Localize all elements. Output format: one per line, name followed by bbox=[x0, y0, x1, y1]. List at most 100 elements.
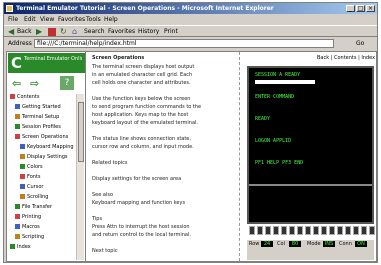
function-key[interactable] bbox=[369, 226, 375, 235]
history-button[interactable]: History bbox=[138, 28, 159, 35]
maximize-icon[interactable]: □ bbox=[356, 5, 365, 12]
menu-tools[interactable]: Tools bbox=[86, 16, 101, 23]
topic-text-line: See also bbox=[92, 192, 114, 198]
menu-edit[interactable]: Edit bbox=[24, 16, 36, 23]
forward-icon[interactable]: ▶ bbox=[36, 28, 44, 36]
topic-text-line: cell holds one character and attributes. bbox=[92, 80, 191, 86]
topic-text-pane: Screen Operations The terminal screen dis… bbox=[88, 52, 238, 261]
tree-item-label: Getting Started bbox=[22, 104, 61, 110]
function-key[interactable] bbox=[345, 226, 351, 235]
print-button[interactable]: Print bbox=[164, 28, 178, 35]
title-bar[interactable]: Terminal Emulator Tutorial - Screen Oper… bbox=[4, 3, 377, 14]
nav-help-icon[interactable]: ? bbox=[60, 76, 74, 90]
function-key[interactable] bbox=[321, 226, 327, 235]
back-button[interactable]: Back bbox=[17, 28, 32, 35]
stop-icon[interactable] bbox=[48, 28, 56, 36]
book-icon bbox=[15, 104, 20, 109]
function-key[interactable] bbox=[273, 226, 279, 235]
function-key[interactable] bbox=[265, 226, 271, 235]
topic-text-line: Tips bbox=[92, 216, 103, 222]
page-content: C Terminal Emulator Online Help ⇦ ⇨ ? Co… bbox=[6, 51, 377, 262]
topic-heading: Screen Operations bbox=[92, 55, 145, 61]
tree-item-label: Cursor bbox=[27, 184, 44, 190]
topic-text-line: The status line shows connection state, bbox=[92, 136, 191, 142]
book-icon bbox=[15, 204, 20, 209]
tree-item[interactable]: Keyboard Mapping bbox=[20, 144, 74, 151]
contents-tree: Contents Getting Started Terminal Setup Ses… bbox=[8, 94, 75, 260]
tree-item-label: Printing bbox=[22, 214, 42, 220]
menu-view[interactable]: View bbox=[40, 16, 54, 23]
conn-label: Conn bbox=[339, 241, 352, 247]
screen-line: SESSION A READY bbox=[255, 72, 301, 78]
terminal-screen: SESSION A READY ENTER COMMAND READY LOGO… bbox=[247, 66, 374, 224]
nav-back-icon[interactable]: ⇦ bbox=[12, 77, 21, 90]
menu-file[interactable]: File bbox=[8, 16, 18, 23]
tree-item-label: Session Profiles bbox=[22, 124, 61, 130]
book-icon bbox=[15, 224, 20, 229]
tree-item[interactable]: Contents bbox=[10, 94, 40, 101]
tree-item-label: Index bbox=[17, 244, 31, 250]
menu-favorites[interactable]: Favorites bbox=[58, 16, 85, 23]
function-key[interactable] bbox=[257, 226, 263, 235]
favorites-button[interactable]: Favorites bbox=[108, 28, 135, 35]
tree-item[interactable]: Colors bbox=[20, 164, 43, 171]
tree-item-label: Terminal Setup bbox=[22, 114, 60, 120]
function-key[interactable] bbox=[281, 226, 287, 235]
browser-window: Terminal Emulator Tutorial - Screen Oper… bbox=[3, 2, 378, 263]
tree-scroll-thumb[interactable] bbox=[78, 102, 84, 162]
search-button[interactable]: Search bbox=[84, 28, 105, 35]
tree-item-label: Display Settings bbox=[27, 154, 68, 160]
screen-line: LOGON APPLID bbox=[255, 138, 292, 144]
topic-text-line: Next topic bbox=[92, 248, 118, 254]
app-icon bbox=[6, 5, 13, 12]
address-input[interactable]: file:///C:/terminal/help/index.html bbox=[34, 39, 334, 48]
status-panel: Row 24 Col 80 Mode INS Conn ON bbox=[247, 240, 374, 260]
topic-nav-links[interactable]: Back | Contents | Index bbox=[317, 55, 375, 61]
tree-item[interactable]: Index bbox=[10, 244, 31, 251]
function-key[interactable] bbox=[353, 226, 359, 235]
nav-forward-icon[interactable]: ⇨ bbox=[30, 77, 39, 90]
book-icon bbox=[20, 154, 25, 159]
tree-item[interactable]: Session Profiles bbox=[15, 124, 61, 131]
navigation-pane: C Terminal Emulator Online Help ⇦ ⇨ ? Co… bbox=[7, 52, 86, 261]
topic-text-line: cursor row and column, and input mode. bbox=[92, 144, 194, 150]
book-icon bbox=[10, 94, 15, 99]
function-key[interactable] bbox=[329, 226, 335, 235]
function-key[interactable] bbox=[297, 226, 303, 235]
go-button[interactable]: Go bbox=[356, 40, 364, 47]
tree-item-label: Scripting bbox=[22, 234, 45, 240]
menu-help[interactable]: Help bbox=[104, 16, 118, 23]
address-label: Address bbox=[8, 40, 32, 47]
refresh-icon[interactable]: ↻ bbox=[60, 28, 68, 36]
tree-item-label: Fonts bbox=[27, 174, 41, 180]
book-icon bbox=[20, 184, 25, 189]
tree-item[interactable]: File Transfer bbox=[15, 204, 52, 211]
topic-text-line: keyboard layout of the emulated terminal… bbox=[92, 120, 199, 126]
topic-text-line: Press Attn to interrupt the host session bbox=[92, 224, 190, 230]
function-key[interactable] bbox=[361, 226, 367, 235]
tree-item[interactable]: Terminal Setup bbox=[15, 114, 59, 121]
function-key[interactable] bbox=[289, 226, 295, 235]
back-icon[interactable]: ◀ bbox=[8, 28, 16, 36]
topic-text-line: The terminal screen displays host output bbox=[92, 64, 195, 70]
tree-item[interactable]: Display Settings bbox=[20, 154, 68, 161]
function-key[interactable] bbox=[313, 226, 319, 235]
tree-item[interactable]: Macros bbox=[15, 224, 40, 231]
tree-item[interactable]: Scripting bbox=[15, 234, 44, 241]
help-logo: C Terminal Emulator Online Help bbox=[8, 53, 85, 73]
home-icon[interactable]: ⌂ bbox=[72, 28, 80, 36]
tree-item[interactable]: Getting Started bbox=[15, 104, 61, 111]
function-key[interactable] bbox=[305, 226, 311, 235]
function-key[interactable] bbox=[249, 226, 255, 235]
function-key[interactable] bbox=[337, 226, 343, 235]
tree-scrollbar[interactable] bbox=[76, 94, 84, 260]
close-icon[interactable]: × bbox=[366, 5, 375, 12]
tree-item[interactable]: Printing bbox=[15, 214, 41, 221]
tree-item[interactable]: Scrolling bbox=[20, 194, 48, 201]
minimize-icon[interactable]: _ bbox=[346, 5, 355, 12]
book-icon bbox=[10, 244, 15, 249]
tree-item[interactable]: Cursor bbox=[20, 184, 43, 191]
tree-item[interactable]: Fonts bbox=[20, 174, 41, 181]
book-icon bbox=[15, 234, 20, 239]
tree-item[interactable]: Screen Operations bbox=[15, 134, 68, 141]
